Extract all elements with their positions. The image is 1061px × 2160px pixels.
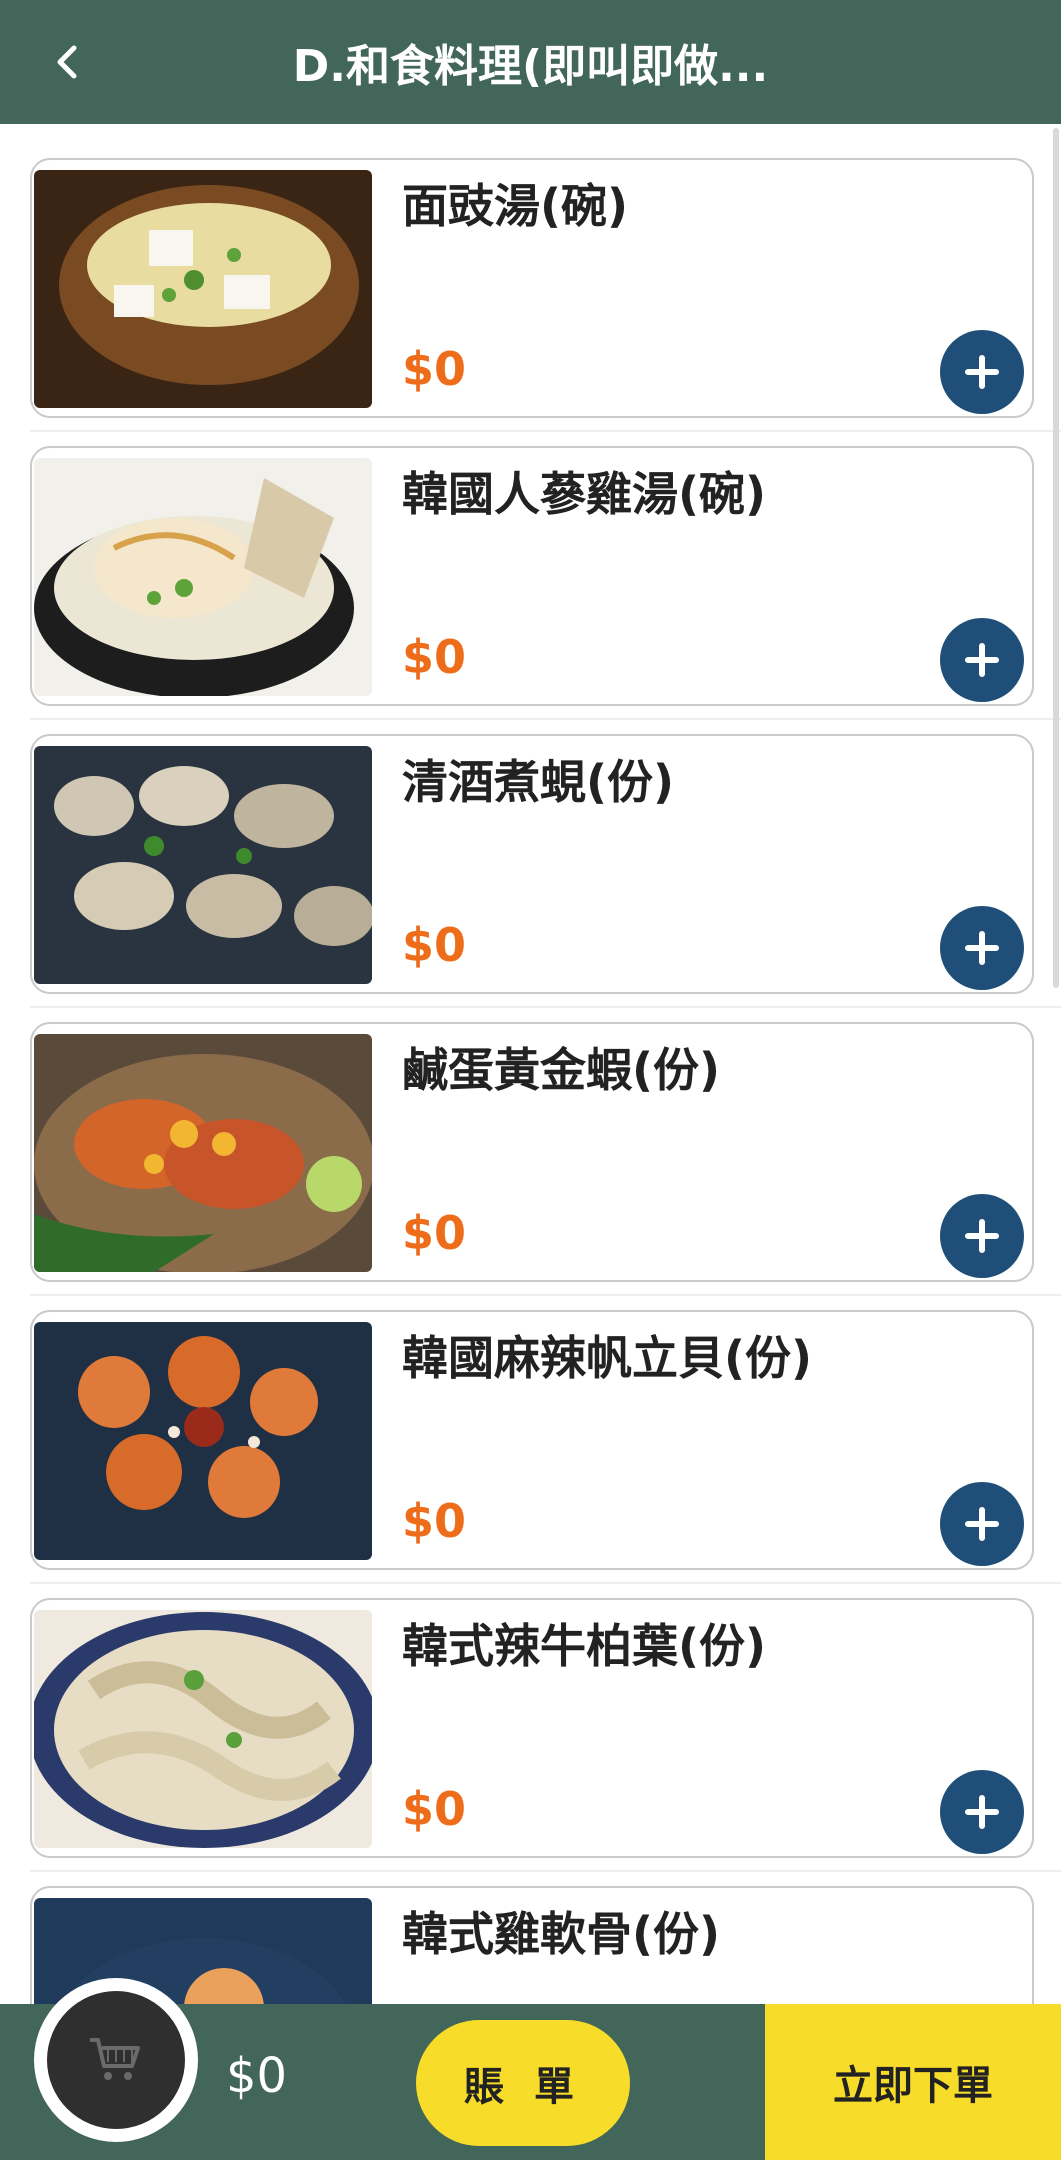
- item-price: $0: [402, 918, 467, 972]
- scrollbar[interactable]: [1053, 128, 1059, 988]
- item-price: $0: [402, 1494, 467, 1548]
- food-photo-sake-clams: [34, 746, 372, 984]
- item-name: 韓國麻辣帆立貝(份): [402, 1331, 813, 1385]
- plus-icon: [965, 643, 999, 677]
- menu-item-card[interactable]: 清酒煮蜆(份) $0: [30, 734, 1034, 994]
- item-price: $0: [402, 1782, 467, 1836]
- item-price: $0: [402, 1206, 467, 1260]
- add-to-cart-button[interactable]: [940, 1770, 1024, 1854]
- food-photo-spicy-tripe: [34, 1610, 372, 1848]
- item-name: 韓國人蔘雞湯(碗): [402, 467, 767, 521]
- add-to-cart-button[interactable]: [940, 618, 1024, 702]
- top-bar: D.和食料理(即叫即做...: [0, 0, 1061, 124]
- plus-icon: [965, 355, 999, 389]
- item-name: 清酒煮蜆(份): [402, 755, 675, 809]
- menu-item-card[interactable]: 韓國人蔘雞湯(碗) $0: [30, 446, 1034, 706]
- menu-item-card[interactable]: 韓國麻辣帆立貝(份) $0: [30, 1310, 1034, 1570]
- chevron-left-icon: [57, 45, 77, 79]
- food-photo-salted-egg-shrimp: [34, 1034, 372, 1272]
- item-name: 面豉湯(碗): [402, 179, 629, 233]
- cart-total: $0: [226, 2048, 288, 2104]
- food-photo-spicy-scallops: [34, 1322, 372, 1560]
- add-to-cart-button[interactable]: [940, 1482, 1024, 1566]
- divider: [30, 1294, 1061, 1296]
- divider: [30, 718, 1061, 720]
- divider: [30, 1870, 1061, 1872]
- back-button[interactable]: [36, 30, 100, 94]
- item-price: $0: [402, 342, 467, 396]
- menu-item-list[interactable]: 面豉湯(碗) $0 韓國人蔘雞湯(碗) $0 清酒煮蜆(份) $0 鹹蛋黃金蝦(…: [0, 124, 1061, 2004]
- item-name: 鹹蛋黃金蝦(份): [402, 1043, 721, 1097]
- menu-item-card[interactable]: 韓式辣牛柏葉(份) $0: [30, 1598, 1034, 1858]
- shopping-cart-icon: [90, 2038, 140, 2080]
- plus-icon: [965, 931, 999, 965]
- cart-button[interactable]: [47, 1991, 185, 2129]
- add-to-cart-button[interactable]: [940, 906, 1024, 990]
- add-to-cart-button[interactable]: [940, 1194, 1024, 1278]
- add-to-cart-button[interactable]: [940, 330, 1024, 414]
- page-title: D.和食料理(即叫即做...: [292, 41, 769, 92]
- bottom-bar: $0 賬 單 立即下單: [0, 1978, 1061, 2160]
- divider: [30, 1006, 1061, 1008]
- divider: [30, 1582, 1061, 1584]
- food-photo-miso-soup: [34, 170, 372, 408]
- item-name: 韓式辣牛柏葉(份): [402, 1619, 767, 1673]
- menu-item-card[interactable]: 面豉湯(碗) $0: [30, 158, 1034, 418]
- plus-icon: [965, 1795, 999, 1829]
- item-name: 韓式雞軟骨(份): [402, 1907, 721, 1961]
- food-photo-ginseng-chicken-soup: [34, 458, 372, 696]
- order-now-button[interactable]: 立即下單: [765, 2004, 1061, 2160]
- bill-button[interactable]: 賬 單: [416, 2020, 630, 2146]
- item-price: $0: [402, 630, 467, 684]
- menu-item-card[interactable]: 鹹蛋黃金蝦(份) $0: [30, 1022, 1034, 1282]
- divider: [30, 430, 1061, 432]
- menu-item-card[interactable]: 韓式雞軟骨(份) $0: [30, 1886, 1034, 2004]
- plus-icon: [965, 1507, 999, 1541]
- plus-icon: [965, 1219, 999, 1253]
- cart-button-ring: [34, 1978, 198, 2142]
